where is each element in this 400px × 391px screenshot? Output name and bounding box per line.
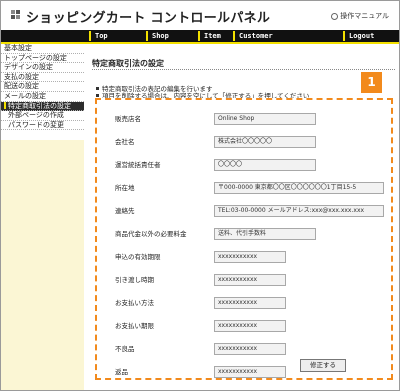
top-nav-bar: Top Shop Item Customer Logout [1,30,399,42]
field-label: 会社名 [115,138,135,146]
field-label: 申込の有効期限 [115,253,161,261]
address-input[interactable]: 〒000-0000 東京都〇〇区〇〇〇〇〇〇1丁目15-5 [214,182,384,194]
sidebar-item-mail-settings[interactable]: メールの設定 [1,92,84,102]
nav-item-top[interactable]: Top [89,30,108,42]
help-circle-icon [331,12,339,20]
manager-input[interactable]: 〇〇〇〇 [214,159,316,171]
nav-spacer [1,30,87,42]
sidebar-item-external-page[interactable]: 外部ページの作成 [1,111,84,121]
field-label: 連絡先 [115,207,135,215]
field-label: 運営統括責任者 [115,161,161,169]
validity-input[interactable]: xxxxxxxxxxx [214,251,286,263]
field-label: 商品代金以外の必要料金 [115,230,187,238]
field-label: お支払い方法 [115,299,154,307]
sidebar-item-commerce-law-settings[interactable]: 特定商取引法の設定 [1,101,84,112]
submit-button[interactable]: 修正する [300,359,346,372]
sidebar-item-payment-settings[interactable]: 支払の設定 [1,73,84,83]
manual-link[interactable]: 操作マニュアル [331,11,389,21]
returns-input[interactable]: xxxxxxxxxxx [214,366,286,378]
field-label: お支払い期限 [115,322,154,330]
sidebar-item-password-change[interactable]: パスワードの変更 [1,121,84,131]
form-highlight-box: 販売店名 Online Shop 会社名 株式会社〇〇〇〇〇 運営統括責任者 〇… [95,98,393,380]
main-content: 特定商取引法の設定 特定商取引法の表記の編集を行います 項目を削除する場合は、内… [84,44,399,390]
sidebar-item-top-page-settings[interactable]: トップページの設定 [1,54,84,64]
field-label: 不良品 [115,345,135,353]
sidebar-item-shipping-settings[interactable]: 配送の設定 [1,82,84,92]
page-title: 特定商取引法の設定 [92,59,164,68]
step-number-badge: 1 [361,72,382,93]
field-label: 返品 [115,368,128,376]
title-divider [92,69,395,70]
company-input[interactable]: 株式会社〇〇〇〇〇 [214,136,316,148]
app-title: ショッピングカート コントロールパネル [26,11,271,26]
nav-item-item[interactable]: Item [198,30,221,42]
defective-input[interactable]: xxxxxxxxxxx [214,343,286,355]
field-label: 所在地 [115,184,135,192]
contact-input[interactable]: TEL:03-00-0000 メールアドレス:xxx@xxx.xxx.xxx [214,205,384,217]
nav-item-shop[interactable]: Shop [146,30,169,42]
app-header: ショッピングカート コントロールパネル 操作マニュアル [1,1,399,30]
delivery-time-input[interactable]: xxxxxxxxxxx [214,274,286,286]
nav-item-customer[interactable]: Customer [233,30,273,42]
app-logo-icon [11,10,21,20]
payment-deadline-input[interactable]: xxxxxxxxxxx [214,320,286,332]
logout-button[interactable]: Logout [343,30,374,42]
sidebar-item-design-settings[interactable]: デザインの設定 [1,63,84,73]
sidebar-background [1,140,84,390]
field-label: 引き渡し時期 [115,276,154,284]
payment-method-input[interactable]: xxxxxxxxxxx [214,297,286,309]
extra-fees-input[interactable]: 送料、代引手数料 [214,228,316,240]
shop-name-input[interactable]: Online Shop [214,113,316,125]
manual-link-label: 操作マニュアル [340,12,389,20]
sidebar: 基本設定 トップページの設定 デザインの設定 支払の設定 配送の設定 メールの設… [1,44,84,390]
sidebar-item-basic-settings[interactable]: 基本設定 [1,44,84,54]
field-label: 販売店名 [115,115,141,123]
